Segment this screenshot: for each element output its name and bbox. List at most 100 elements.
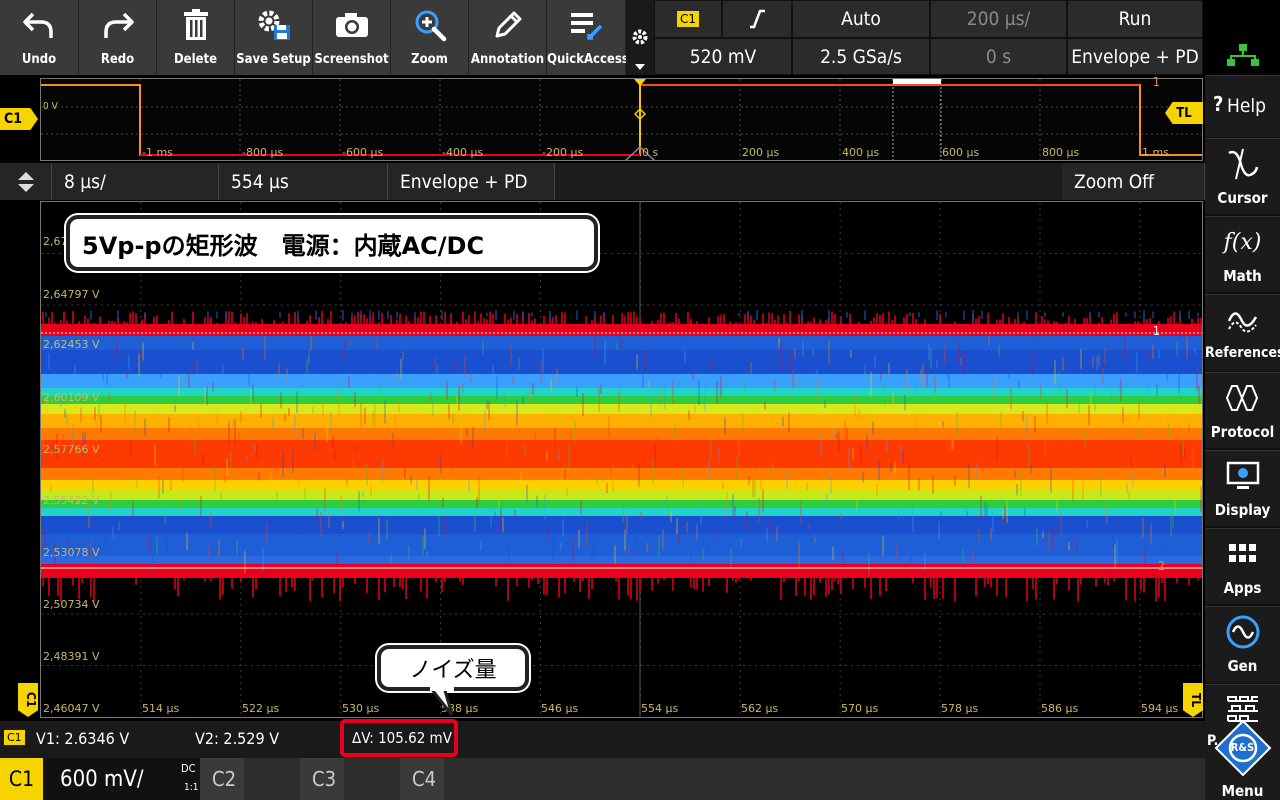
cursor-delta-value: ΔV: 105.62 mV (352, 729, 452, 747)
undo-button[interactable]: Undo (0, 0, 79, 75)
overview-trace (41, 79, 1202, 160)
time-offset-cell[interactable]: 0 s (930, 38, 1067, 75)
math-icon: f(x) (1223, 229, 1262, 255)
trigger-level-zoom-tag[interactable]: TL (1183, 683, 1203, 717)
rs-logo-text: R&S (1230, 741, 1255, 754)
overview-tick-label: -1 ms (142, 146, 173, 159)
voltage-tick-label: 2,57766 V (43, 443, 100, 456)
title-annotation[interactable]: 5Vp-pの矩形波 電源：内蔵AC/DC (66, 215, 598, 271)
voltage-tick-label: 2,53078 V (43, 546, 100, 559)
time-tick-label: 570 µs (841, 702, 879, 715)
overview-tick-label: 800 µs (1042, 146, 1080, 159)
channel2-tab[interactable]: C2 (200, 758, 300, 800)
time-tick-label: 562 µs (741, 702, 779, 715)
settings-gear-button[interactable] (626, 0, 654, 75)
waveform-display[interactable] (40, 201, 1203, 718)
display-button[interactable]: Display (1205, 450, 1280, 526)
zoom-mode-cell[interactable]: Envelope + PD (388, 163, 555, 200)
acquisition-mode-cell[interactable]: Envelope + PD (1067, 38, 1203, 75)
time-tick-label: 530 µs (342, 702, 380, 715)
time-tick-label: 578 µs (941, 702, 979, 715)
overview-window[interactable]: 0 V -1 ms -800 µs -600 µs -400 µs -200 µs 0 s… (40, 78, 1203, 161)
cursor1-tag[interactable]: 1 (1153, 324, 1160, 338)
gen-label: Gen (1227, 657, 1258, 675)
trigger-level-cell[interactable]: 520 mV (654, 38, 792, 75)
protocol-icon (1205, 379, 1280, 417)
undo-label: Undo (21, 52, 57, 67)
channel1-zoom-tag[interactable]: C1 (18, 683, 38, 717)
trigger-source-cell[interactable]: C1 (654, 0, 722, 38)
protocol-button[interactable]: Protocol (1205, 372, 1280, 448)
zoom-button[interactable]: Zoom (391, 0, 469, 75)
chevron-down-icon (635, 64, 645, 70)
gear-icon (632, 29, 648, 45)
cursor-v2-value: V2: 2.529 V (195, 729, 280, 748)
delete-button[interactable]: Delete (157, 0, 235, 75)
cursor-results-bar (0, 721, 1205, 758)
screenshot-button[interactable]: Screenshot (313, 0, 391, 75)
display-icon (1205, 457, 1280, 495)
channel1-tab[interactable]: C1 (0, 758, 43, 800)
display-label: Display (1214, 501, 1271, 519)
help-button[interactable]: ? Help (1205, 75, 1280, 137)
annotation-button[interactable]: Annotation (469, 0, 547, 75)
channel1-offset-marker[interactable]: C1 (0, 108, 38, 130)
math-button[interactable]: f(x) Math (1205, 216, 1280, 292)
overview-zero-label: 0 V (43, 101, 58, 112)
apps-button[interactable]: Apps (1205, 528, 1280, 604)
expand-toggle[interactable] (0, 163, 52, 200)
cursor2-tag[interactable]: 2 (1158, 559, 1165, 573)
camera-icon (313, 8, 390, 42)
trash-icon (157, 8, 234, 42)
zoom-off-button[interactable]: Zoom Off (1062, 163, 1205, 200)
overview-tick-label: 400 µs (842, 146, 880, 159)
protocol-label: Protocol (1210, 423, 1275, 441)
trigger-level-marker[interactable]: TL (1165, 102, 1203, 124)
annotation-label: Annotation (470, 52, 545, 67)
redo-button[interactable]: Redo (79, 0, 157, 75)
voltage-tick-label: 2,46047 V (43, 702, 100, 715)
time-tick-label: 586 µs (1041, 702, 1079, 715)
run-state-cell[interactable]: Run (1067, 0, 1203, 38)
trigger-source-badge: C1 (677, 11, 700, 27)
time-scale-cell[interactable]: 200 µs/ (930, 0, 1067, 38)
overview-tick-label: -600 µs (342, 146, 384, 159)
menu-button[interactable]: P... R&S Menu (1205, 684, 1280, 800)
overview-tick-label: -200 µs (542, 146, 584, 159)
pencil-icon (469, 8, 546, 42)
cursor-label: Cursor (1217, 189, 1268, 207)
save-setup-button[interactable]: Save Setup (235, 0, 313, 75)
cursor-v1-value: V1: 2.6346 V (36, 729, 130, 748)
apps-grid-icon (1205, 535, 1280, 573)
zoom-scale-cell[interactable]: 8 µs/ (52, 163, 219, 200)
channel1-coupling: DC (181, 762, 196, 775)
references-button[interactable]: References (1205, 294, 1280, 370)
cursor-channel-badge: C1 (4, 730, 25, 745)
quickaccess-button[interactable]: QuickAccess (547, 0, 629, 75)
voltage-tick-label: 2,50734 V (43, 598, 100, 611)
cursor-button[interactable]: Cursor (1205, 138, 1280, 214)
gen-button[interactable]: Gen (1205, 606, 1280, 682)
quickaccess-label: QuickAccess (547, 52, 629, 67)
menu-label: Menu (1221, 782, 1264, 800)
math-label: Math (1223, 267, 1262, 285)
trigger-mode-cell[interactable]: Auto (792, 0, 930, 38)
time-tick-label: 546 µs (541, 702, 579, 715)
channel3-label: C3 (312, 767, 337, 791)
zoom-position-cell[interactable]: 554 µs (219, 163, 388, 200)
overview-tick-label: 600 µs (942, 146, 980, 159)
overview-tick-label: -800 µs (242, 146, 284, 159)
channel2-scale-slot (244, 758, 300, 800)
time-tick-label: 554 µs (641, 702, 679, 715)
channel1-settings[interactable]: 600 mV/ DC 1:1 (43, 758, 200, 800)
channel4-scale-slot (444, 758, 500, 800)
trigger-slope-cell[interactable] (722, 0, 792, 38)
sample-rate-cell[interactable]: 2.5 GSa/s (792, 38, 930, 75)
time-tick-label: 594 µs (1141, 702, 1179, 715)
time-tick-label: 522 µs (242, 702, 280, 715)
channel3-tab[interactable]: C3 (300, 758, 400, 800)
noise-annotation[interactable]: ノイズ量 (377, 645, 529, 691)
channel4-tab[interactable]: C4 (400, 758, 500, 800)
channel3-scale-slot (344, 758, 400, 800)
redo-icon (79, 8, 156, 42)
